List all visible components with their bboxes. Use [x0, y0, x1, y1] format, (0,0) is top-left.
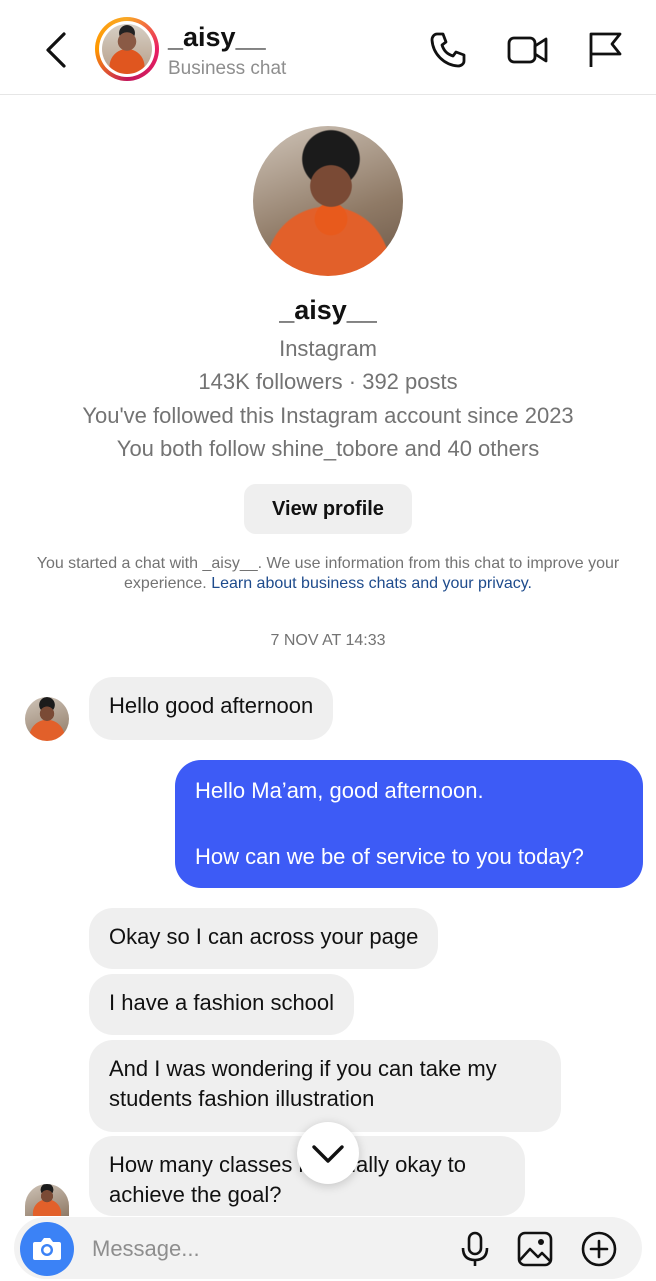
profile-platform: Instagram [279, 336, 377, 361]
plus-circle-icon [581, 1231, 617, 1267]
message-incoming[interactable]: Hello good afternoon [89, 677, 334, 740]
privacy-link[interactable]: Learn about business chats and your priv… [211, 575, 532, 592]
image-icon [517, 1231, 553, 1267]
voice-message-button[interactable] [456, 1230, 494, 1268]
profile-stats: 143K followers · 392 posts [198, 369, 458, 394]
profile-followed-since: You've followed this Instagram account s… [82, 403, 574, 428]
flag-icon [589, 32, 622, 67]
profile-mutuals: You both follow shine_tobore and 40 othe… [116, 436, 540, 461]
message-timestamp: 7 NOV AT 14:33 [270, 632, 386, 649]
message-incoming[interactable]: And I was wondering if you can take my s… [89, 1040, 561, 1132]
header-subtitle: Business chat [168, 58, 287, 79]
camera-button[interactable] [20, 1222, 74, 1276]
message-outgoing[interactable]: Hello Ma’am, good afternoon. How can we … [175, 760, 643, 888]
microphone-icon [461, 1231, 489, 1266]
gallery-button[interactable] [516, 1230, 554, 1268]
message-composer [14, 1217, 642, 1279]
camera-icon [33, 1238, 61, 1260]
chat-header: _aisy__ Business chat [0, 0, 656, 95]
business-chat-notice: You started a chat with _aisy__. We use … [20, 554, 636, 594]
phone-icon [430, 32, 466, 68]
sender-avatar[interactable] [25, 1184, 69, 1216]
message-incoming[interactable]: Okay so I can across your page [89, 908, 439, 969]
profile-picture[interactable] [253, 126, 403, 276]
video-call-button[interactable] [506, 30, 548, 70]
message-input[interactable] [90, 1231, 434, 1267]
call-button[interactable] [428, 30, 468, 70]
sender-avatar[interactable] [25, 697, 69, 741]
back-button[interactable] [40, 30, 76, 70]
header-avatar[interactable] [95, 17, 159, 81]
profile-name: _aisy__ [279, 295, 377, 325]
chevron-left-icon [46, 32, 66, 68]
header-username[interactable]: _aisy__ [168, 22, 266, 53]
more-options-button[interactable] [580, 1230, 618, 1268]
report-button[interactable] [586, 30, 626, 70]
chevron-down-icon [312, 1145, 344, 1163]
view-profile-button[interactable]: View profile [244, 484, 412, 534]
scroll-to-bottom-button[interactable] [297, 1122, 359, 1184]
video-camera-icon [507, 36, 548, 64]
message-incoming[interactable]: I have a fashion school [89, 974, 355, 1035]
